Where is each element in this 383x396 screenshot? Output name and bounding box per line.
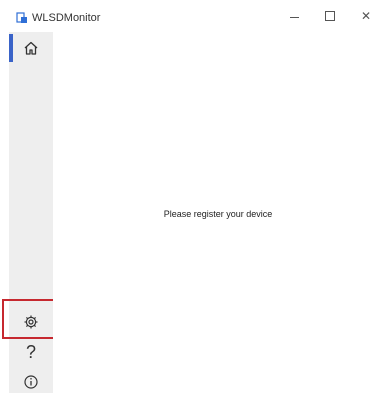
maximize-button[interactable]: [312, 0, 348, 32]
question-mark-icon: ?: [25, 342, 36, 362]
minimize-button[interactable]: [276, 0, 312, 32]
main-content: Please register your device: [53, 32, 383, 393]
title-bar[interactable]: WLSDMonitor ✕: [0, 0, 383, 32]
close-button[interactable]: ✕: [348, 0, 383, 32]
empty-state-message: Please register your device: [163, 209, 273, 219]
maximize-icon: [325, 11, 335, 21]
home-icon: [24, 41, 38, 55]
sidebar-item-about[interactable]: [9, 368, 53, 396]
app-window: WLSDMonitor ✕ ? Please register your dev…: [0, 0, 383, 393]
app-icon: [16, 12, 27, 23]
info-icon: [24, 375, 38, 389]
minimize-icon: [289, 16, 299, 18]
close-icon: ✕: [360, 9, 372, 23]
window-title: WLSDMonitor: [32, 12, 101, 24]
sidebar-item-help[interactable]: ?: [9, 338, 53, 366]
sidebar-item-home[interactable]: [9, 34, 53, 62]
